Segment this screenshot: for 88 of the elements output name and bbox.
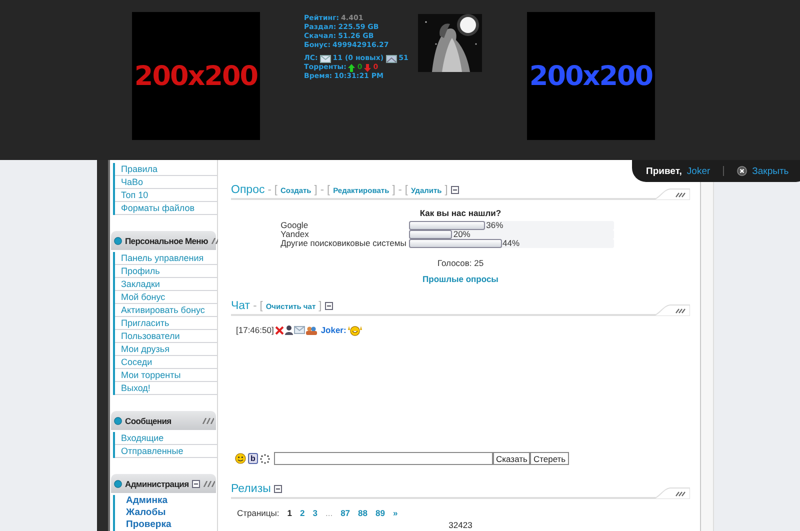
pages-label: Страницы: bbox=[237, 508, 280, 518]
down-arrow-icon bbox=[364, 64, 372, 72]
sidebar-link[interactable]: Активировать бонус bbox=[115, 304, 217, 317]
sidebar-link[interactable]: Отправленные bbox=[115, 445, 217, 458]
banner-ad: 200x200 bbox=[132, 12, 260, 140]
separator-text: - bbox=[268, 184, 272, 196]
message-time: [17:46:50] bbox=[236, 325, 274, 335]
section-title: Релизы bbox=[231, 483, 271, 495]
section-title: Чат bbox=[231, 300, 250, 312]
separator-text: - bbox=[253, 300, 257, 312]
section-title: Опрос bbox=[231, 184, 265, 196]
page-link[interactable]: 3 bbox=[312, 508, 318, 518]
chat-button[interactable]: Сказать bbox=[493, 452, 530, 465]
message-input[interactable] bbox=[274, 452, 493, 465]
sidebar-link[interactable]: Пригласить bbox=[115, 317, 217, 330]
sidebar-link[interactable]: Мои друзья bbox=[115, 343, 217, 356]
bullet-icon bbox=[114, 416, 122, 424]
sidebar-link[interactable]: Проверка bbox=[115, 519, 217, 531]
bracket-text: [ bbox=[327, 184, 330, 196]
poll-question: Как вы нас нашли? bbox=[418, 208, 502, 218]
bracket-text: ] bbox=[392, 184, 396, 196]
sidebar-link[interactable]: Правила bbox=[115, 163, 217, 176]
bold-button[interactable]: b bbox=[248, 453, 258, 464]
bullet-icon bbox=[114, 236, 122, 244]
option-label: Yandex bbox=[280, 230, 310, 239]
bracket-text: ] bbox=[318, 300, 322, 312]
page-link[interactable]: 87 bbox=[340, 508, 350, 518]
sidebar-link[interactable]: Закладки bbox=[115, 278, 217, 291]
close-icon bbox=[737, 166, 748, 176]
percent-text: 20% bbox=[453, 230, 470, 239]
envelope-icon bbox=[294, 326, 305, 334]
sidebar-link[interactable]: Админка bbox=[115, 495, 217, 507]
block-title: Администрация bbox=[125, 478, 189, 488]
collapse-icon bbox=[324, 302, 333, 310]
username-link[interactable]: Joker bbox=[686, 166, 710, 176]
option-label: Google bbox=[280, 221, 310, 230]
page-link[interactable]: 2 bbox=[300, 508, 305, 518]
sidebar-link[interactable]: Мои торренты bbox=[115, 369, 217, 382]
sidebar-link[interactable]: Соседи bbox=[115, 356, 217, 369]
people-icon bbox=[306, 326, 317, 334]
bracket-text: [ bbox=[260, 300, 263, 312]
option-label: Другие поисковиковые системы bbox=[280, 239, 406, 248]
bracket-text: [ bbox=[404, 184, 408, 196]
page-link[interactable]: 88 bbox=[358, 508, 368, 518]
delete-icon bbox=[274, 326, 284, 334]
percent-text: 36% bbox=[486, 221, 504, 230]
percent-text: 44% bbox=[502, 239, 520, 248]
smiley-icon bbox=[235, 453, 246, 464]
bullet-icon bbox=[114, 480, 122, 488]
sidebar-link[interactable]: Топ 10 bbox=[115, 189, 217, 202]
sidebar-link[interactable]: Выход! bbox=[115, 382, 217, 395]
smiley-icon bbox=[347, 324, 364, 336]
stripes-icon bbox=[202, 418, 214, 424]
sidebar-link[interactable]: Мой бонус bbox=[115, 291, 217, 304]
bracket-text: [ bbox=[274, 184, 278, 196]
ellipsis-text: ... bbox=[325, 508, 333, 518]
sidebar-link[interactable]: Профиль bbox=[115, 265, 217, 278]
envelope-icon bbox=[320, 54, 331, 62]
separator-text: - bbox=[320, 184, 324, 196]
greeting-text: Привет, bbox=[646, 166, 682, 176]
collapse-icon bbox=[450, 186, 459, 194]
sidebar-link[interactable]: Форматы файлов bbox=[115, 202, 217, 215]
separator-text: - bbox=[398, 184, 402, 196]
page-link[interactable]: 1 bbox=[287, 508, 292, 518]
close-link[interactable]: Закрыть bbox=[752, 166, 789, 176]
loading-icon bbox=[260, 454, 270, 464]
block-title: Персональное Меню bbox=[125, 236, 208, 246]
stripes-icon bbox=[202, 480, 215, 486]
collapse-icon bbox=[274, 485, 282, 493]
sidebar-link[interactable]: Жалобы bbox=[115, 507, 217, 519]
bracket-text: ] bbox=[314, 184, 318, 196]
person-icon bbox=[284, 325, 293, 335]
release-title: 32423 bbox=[448, 520, 474, 530]
envelope-icon bbox=[386, 54, 397, 62]
up-arrow-icon bbox=[348, 64, 356, 72]
sidebar-link[interactable]: Пользователи bbox=[115, 330, 217, 343]
page-link[interactable]: 89 bbox=[376, 508, 385, 518]
sidebar-link[interactable]: Панель управления bbox=[115, 252, 217, 265]
block-title: Сообщения bbox=[125, 416, 172, 426]
past-polls-link[interactable]: Прошлые опросы bbox=[231, 274, 690, 284]
banner-ad: 200x200 bbox=[527, 12, 655, 140]
sidebar-link[interactable]: ЧаВо bbox=[115, 176, 217, 189]
sidebar-link[interactable]: Входящие bbox=[115, 432, 217, 445]
username-link[interactable]: Joker: bbox=[320, 325, 346, 335]
chat-button[interactable]: Стереть bbox=[530, 452, 569, 465]
page-link[interactable]: » bbox=[392, 508, 398, 518]
bracket-text: ] bbox=[444, 184, 448, 196]
votes-text: Голосов: 25 bbox=[436, 258, 485, 268]
